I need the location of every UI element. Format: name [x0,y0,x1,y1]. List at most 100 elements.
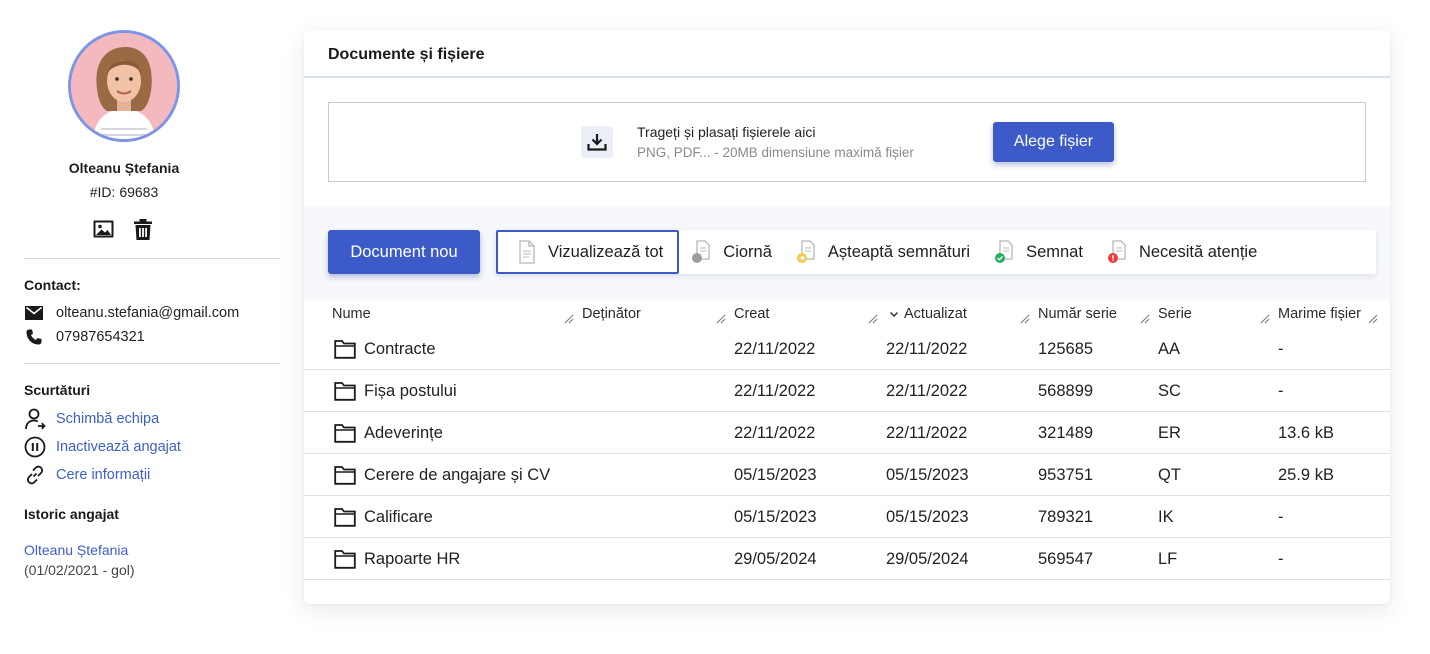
draft-document-icon [691,240,713,264]
awaiting-document-icon [796,240,818,264]
folder-icon [334,424,356,443]
cell-name: Contracte [364,340,436,358]
cell-created: 22/11/2022 [734,424,816,442]
cell-series: AA [1158,340,1181,358]
cell-file-size: - [1278,382,1284,400]
cell-created: 05/15/2023 [734,466,817,484]
column-resize-handle[interactable] [868,314,878,324]
divider [304,76,1390,78]
folder-icon [334,382,356,401]
documents-table-header: Nume Deținător Creat Actualizat Număr se… [304,300,1390,328]
cell-serial-number: 789321 [1038,508,1094,526]
new-document-button[interactable]: Document nou [328,230,480,274]
column-header-series[interactable]: Serie [1158,306,1192,322]
cell-updated: 05/15/2023 [886,508,969,526]
contact-title: Contact: [24,277,81,293]
table-row[interactable]: Adeverințe 22/11/2022 22/11/2022 321489 … [304,412,1390,454]
cell-series: SC [1158,382,1181,400]
table-row[interactable]: Calificare 05/15/2023 05/15/2023 789321 … [304,496,1390,538]
cell-name: Fișa postului [364,382,457,400]
signed-document-icon [994,240,1016,264]
filter-view-all-label: Vizualizează tot [548,242,664,261]
column-header-created[interactable]: Creat [734,306,769,322]
avatar [68,30,180,142]
cell-file-size: - [1278,550,1284,568]
sort-chevron-down-icon [889,311,899,318]
shortcut-change-team[interactable]: Schimbă echipa [24,408,159,430]
folder-icon [334,550,356,569]
cell-serial-number: 321489 [1038,424,1094,442]
file-dropzone[interactable]: Trageți și plasați fișierele aici PNG, P… [328,102,1366,182]
column-resize-handle[interactable] [564,314,574,324]
column-header-name[interactable]: Nume [332,306,371,322]
cell-serial-number: 569547 [1038,550,1094,568]
shortcut-request-info[interactable]: Cere informații [24,464,150,486]
cell-created: 29/05/2024 [734,550,817,568]
cell-updated: 22/11/2022 [886,424,968,442]
cell-series: LF [1158,550,1178,568]
choose-file-button[interactable]: Alege fișier [993,122,1114,162]
mail-icon [24,303,44,323]
filter-draft[interactable]: Ciornă [679,230,784,274]
shortcut-change-team-label: Schimbă echipa [56,411,160,427]
cell-created: 22/11/2022 [734,382,816,400]
divider [24,258,280,259]
column-resize-handle[interactable] [1140,314,1150,324]
cell-file-size: 13.6 kB [1278,424,1334,442]
cell-serial-number: 568899 [1038,382,1094,400]
filter-signed-label: Semnat [1026,242,1083,261]
cell-series: QT [1158,466,1181,484]
table-row[interactable]: Cerere de angajare și CV 05/15/2023 05/1… [304,454,1390,496]
table-row[interactable]: Rapoarte HR 29/05/2024 29/05/2024 569547… [304,538,1390,580]
folder-icon [334,466,356,485]
filter-signed[interactable]: Semnat [982,230,1095,274]
filter-needs-attention[interactable]: Necesită atenție [1095,230,1269,274]
cell-series: ER [1158,424,1181,442]
cell-serial-number: 125685 [1038,340,1094,358]
contact-email-row: olteanu.stefania@gmail.com [24,303,239,323]
column-resize-handle[interactable] [716,314,726,324]
cell-name: Cerere de angajare și CV [364,466,551,484]
filter-awaiting-signatures[interactable]: Așteaptă semnături [784,230,982,274]
attention-document-icon [1107,240,1129,264]
column-header-file-size[interactable]: Marime fișier [1278,306,1361,322]
column-header-serial-number[interactable]: Număr serie [1038,306,1117,322]
trash-icon[interactable] [132,218,154,240]
contact-email[interactable]: olteanu.stefania@gmail.com [56,305,239,321]
employee-name: Olteanu Ștefania [68,160,180,176]
folder-icon [334,508,356,527]
table-row[interactable]: Fișa postului 22/11/2022 22/11/2022 5688… [304,370,1390,412]
column-resize-handle[interactable] [1020,314,1030,324]
filter-awaiting-signatures-label: Așteaptă semnături [827,242,971,261]
cell-created: 05/15/2023 [734,508,817,526]
filter-view-all[interactable]: Vizualizează tot [496,230,680,274]
document-icon [516,240,538,264]
pause-icon [24,436,46,458]
filter-draft-label: Ciornă [723,242,772,261]
cell-updated: 29/05/2024 [886,550,969,568]
divider [24,363,280,364]
filter-needs-attention-label: Necesită atenție [1138,242,1258,261]
column-resize-handle[interactable] [1260,314,1270,324]
cell-file-size: - [1278,340,1284,358]
column-header-updated[interactable]: Actualizat [888,306,967,322]
documents-card: Documente și fișiere Trageți și plasați … [304,30,1390,604]
cell-created: 22/11/2022 [734,340,816,358]
download-icon [581,126,613,158]
table-row[interactable]: Contracte 22/11/2022 22/11/2022 125685 A… [304,328,1390,370]
shortcut-request-info-label: Cere informații [56,467,151,483]
column-resize-handle[interactable] [1368,314,1378,324]
column-header-owner[interactable]: Deținător [582,306,641,322]
contact-phone-row: 07987654321 [24,327,145,347]
contact-phone[interactable]: 07987654321 [56,329,145,345]
history-title: Istoric angajat [24,506,119,522]
shortcut-deactivate-employee-label: Inactivează angajat [56,439,181,455]
image-icon[interactable] [92,218,114,240]
cell-name: Rapoarte HR [364,550,461,568]
history-employee-link[interactable]: Olteanu Ștefania [24,542,128,558]
cell-name: Adeverințe [364,424,443,442]
link-icon [24,464,46,486]
document-status-filters: Vizualizează tot Ciornă Așteaptă semnătu… [496,230,1376,274]
shortcut-deactivate-employee[interactable]: Inactivează angajat [24,436,181,458]
folder-icon [334,340,356,359]
